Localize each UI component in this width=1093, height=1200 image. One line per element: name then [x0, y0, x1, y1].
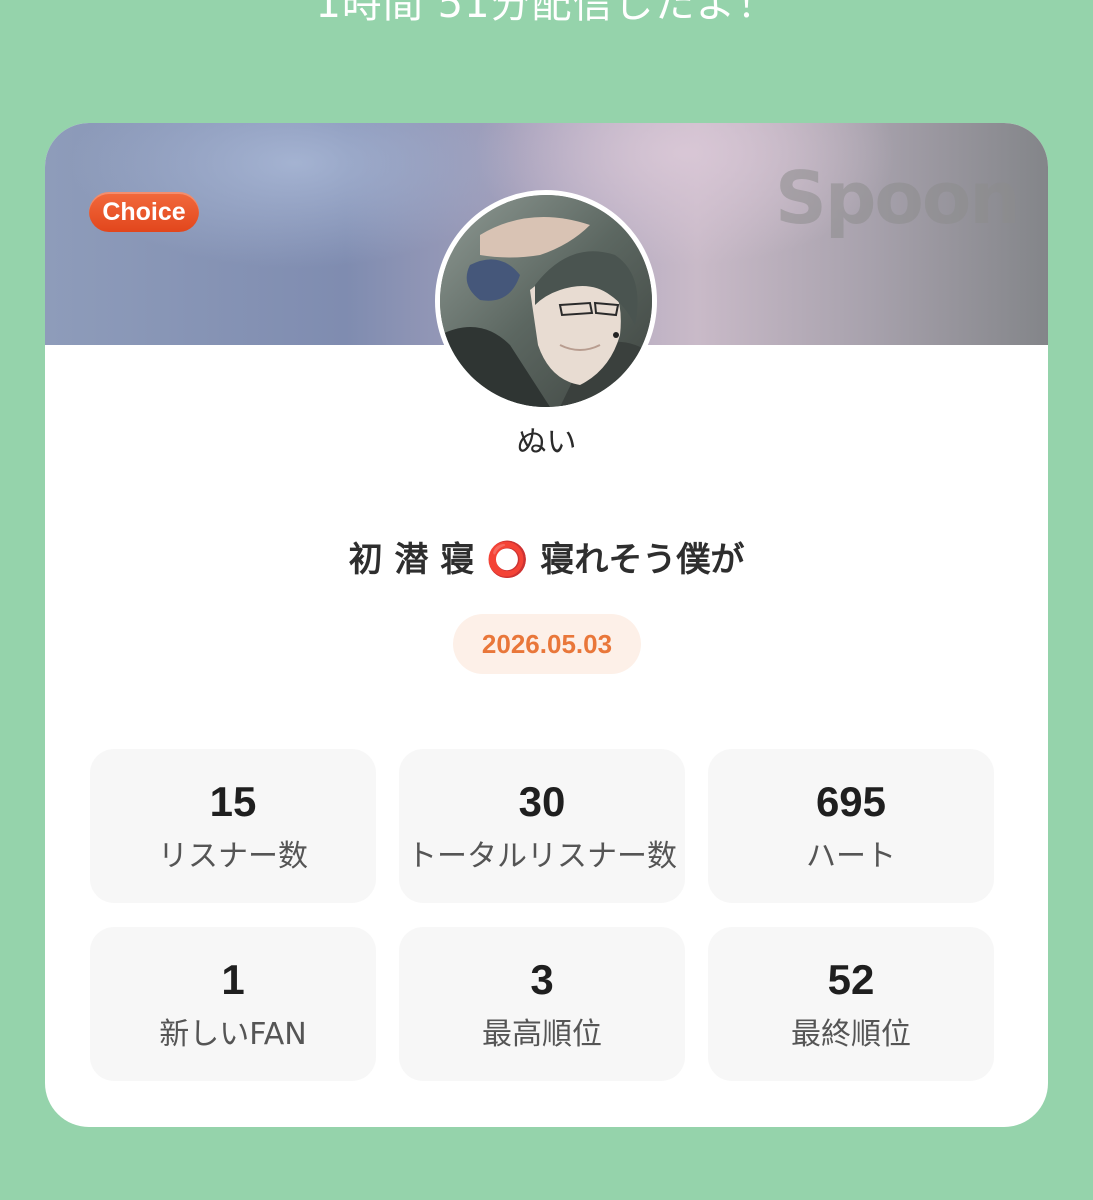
stat-label: 新しいFAN: [159, 1017, 307, 1052]
broadcast-duration-message: 1時間 51分配信したよ！: [315, 0, 778, 27]
broadcast-title: 初 潜 寝 ⭕ 寝れそう僕が: [348, 540, 745, 580]
stat-highest-rank: 3 最高順位: [399, 927, 685, 1081]
stat-hearts: 695 ハート: [708, 749, 994, 903]
stat-label: 最高順位: [482, 1017, 602, 1052]
stat-value: 52: [827, 956, 875, 1003]
stat-value: 15: [209, 778, 257, 825]
choice-badge: Choice: [89, 192, 199, 232]
broadcast-summary-card: Choice Spoon ぬい 初 潜 寝 ⭕ 寝れそう僕が 2026.05.0…: [45, 123, 1048, 1127]
stat-total-listeners: 30 トータルリスナー数: [399, 749, 685, 903]
username: ぬい: [516, 425, 577, 460]
spoon-logo: Spoon: [775, 156, 1021, 240]
stat-value: 30: [518, 778, 566, 825]
broadcast-date: 2026.05.03: [453, 614, 641, 674]
stat-final-rank: 52 最終順位: [708, 927, 994, 1081]
stat-new-fans: 1 新しいFAN: [90, 927, 376, 1081]
stat-label: リスナー数: [158, 839, 308, 874]
stat-label: ハート: [806, 839, 896, 874]
stat-listeners: 15 リスナー数: [90, 749, 376, 903]
stat-label: トータルリスナー数: [407, 839, 677, 874]
stat-value: 3: [530, 956, 554, 1003]
stat-value: 695: [815, 778, 887, 825]
stat-label: 最終順位: [791, 1017, 911, 1052]
avatar[interactable]: [435, 190, 657, 412]
avatar-image: [440, 195, 652, 407]
stat-value: 1: [221, 956, 245, 1003]
